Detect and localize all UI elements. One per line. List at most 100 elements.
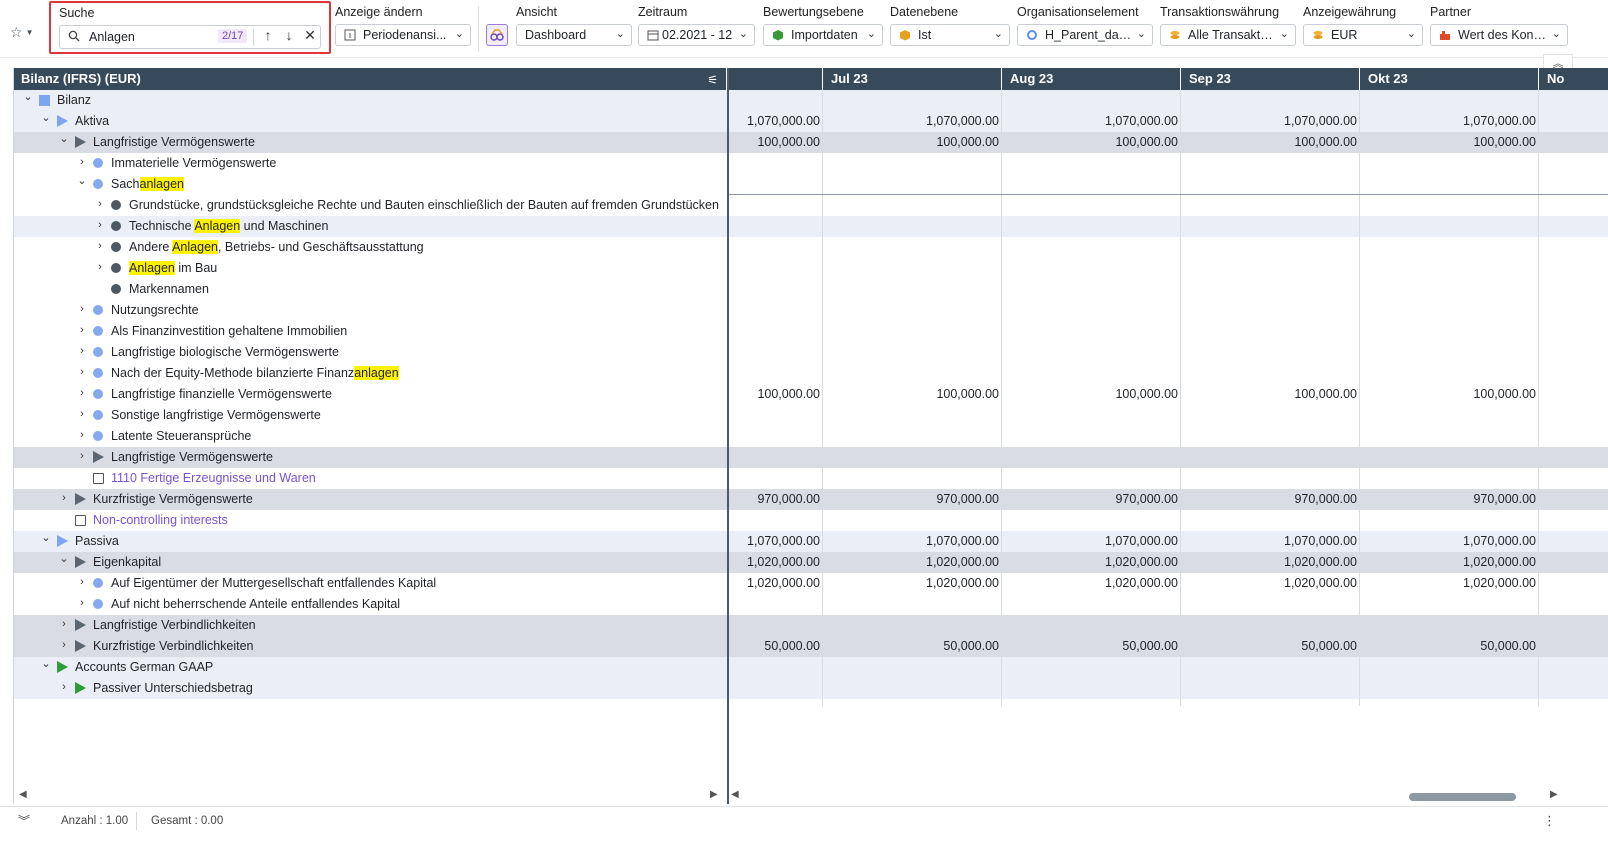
table-row[interactable]: 1110 Fertige Erzeugnisse und Waren xyxy=(14,468,1608,489)
chevron-down-icon[interactable]: ⌄ xyxy=(59,132,69,145)
table-row[interactable]: Non-controlling interests xyxy=(14,510,1608,531)
scroll-right-icon[interactable]: ▶ xyxy=(710,789,718,800)
table-row[interactable]: › Technische Anlagen und Maschinen xyxy=(14,216,1608,237)
table-row[interactable]: › Sonstige langfristige Vermögenswerte xyxy=(14,405,1608,426)
favorite-star-icon[interactable]: ☆ ▼ xyxy=(10,24,33,41)
table-row[interactable]: ⌄ Passiva 1,070,000.00 1,070,000.00 1,070,00… xyxy=(14,531,1608,552)
search-input[interactable]: Anlagen 2/17 ↑ ↓ ✕ xyxy=(59,25,321,49)
value-cell[interactable]: 50,000.00 xyxy=(943,639,999,653)
chevron-right-icon[interactable]: › xyxy=(77,303,87,315)
ansicht-dropdown[interactable]: Dashboard ⌄ xyxy=(516,24,632,46)
scroll-left-icon[interactable]: ◀ xyxy=(731,789,739,800)
chevron-right-icon[interactable]: › xyxy=(95,198,105,210)
chevron-right-icon[interactable]: › xyxy=(77,345,87,357)
value-cell[interactable]: 100,000.00 xyxy=(936,135,999,149)
table-row[interactable]: ⌄ Eigenkapital 1,020,000.00 1,020,000.00 1,0… xyxy=(14,552,1608,573)
chevron-right-icon[interactable]: › xyxy=(77,408,87,420)
chevron-right-icon[interactable]: › xyxy=(77,576,87,588)
value-cell[interactable]: 970,000.00 xyxy=(1473,492,1536,506)
table-row[interactable]: › Kurzfristige Verbindlichkeiten 50,000.00… xyxy=(14,636,1608,657)
chevron-right-icon[interactable]: › xyxy=(59,681,69,693)
chevron-right-icon[interactable]: › xyxy=(95,261,105,273)
value-cell[interactable]: 970,000.00 xyxy=(936,492,999,506)
table-row[interactable]: › Latente Steueransprüche xyxy=(14,426,1608,447)
value-cell[interactable]: 1,070,000.00 xyxy=(1105,114,1178,128)
chevron-down-icon[interactable]: ⌄ xyxy=(23,90,33,103)
value-cell[interactable]: 1,070,000.00 xyxy=(1284,534,1357,548)
table-row[interactable]: › Auf Eigentümer der Muttergesellschaft e… xyxy=(14,573,1608,594)
anzeige-dropdown[interactable]: Periodenansi... ⌄ xyxy=(335,24,471,46)
chevron-right-icon[interactable]: › xyxy=(59,639,69,651)
search-value[interactable]: Anlagen xyxy=(89,30,135,44)
horizontal-scrollbar[interactable]: ◀ ▶ ◀ ▶ xyxy=(13,788,1608,804)
value-cell[interactable]: 970,000.00 xyxy=(1115,492,1178,506)
expand-down-icon[interactable]: ︾ xyxy=(18,812,30,829)
table-row[interactable]: › Langfristige finanzielle Vermögenswerte… xyxy=(14,384,1608,405)
chevron-right-icon[interactable]: › xyxy=(59,492,69,504)
table-row[interactable]: › Langfristige Verbindlichkeiten xyxy=(14,615,1608,636)
settings-sliders-icon[interactable]: ⚟ xyxy=(707,73,718,87)
value-cell[interactable]: 1,070,000.00 xyxy=(747,114,820,128)
table-row[interactable]: › Andere Anlagen, Betriebs- und Geschäfts… xyxy=(14,237,1608,258)
table-row[interactable]: › Auf nicht beherrschende Anteile entfall… xyxy=(14,594,1608,615)
chevron-right-icon[interactable]: › xyxy=(77,366,87,378)
value-cell[interactable]: 1,070,000.00 xyxy=(926,534,999,548)
column-header[interactable]: Jul 23 xyxy=(823,68,1002,90)
value-cell[interactable]: 1,070,000.00 xyxy=(1105,534,1178,548)
value-cell[interactable]: 100,000.00 xyxy=(1473,135,1536,149)
value-cell[interactable]: 1,020,000.00 xyxy=(747,576,820,590)
value-cell[interactable]: 50,000.00 xyxy=(1480,639,1536,653)
column-header[interactable]: Sep 23 xyxy=(1181,68,1360,90)
value-cell[interactable]: 100,000.00 xyxy=(757,135,820,149)
chevron-down-icon[interactable]: ⌄ xyxy=(59,552,69,565)
table-row[interactable]: › Als Finanzinvestition gehaltene Immobil… xyxy=(14,321,1608,342)
value-cell[interactable]: 1,070,000.00 xyxy=(1463,534,1536,548)
chevron-right-icon[interactable]: › xyxy=(77,597,87,609)
arrow-up-icon[interactable]: ↑ xyxy=(259,27,277,43)
value-cell[interactable]: 1,070,000.00 xyxy=(926,114,999,128)
table-row[interactable]: › Passiver Unterschiedsbetrag xyxy=(14,678,1608,699)
scrollbar-thumb[interactable] xyxy=(1409,793,1516,801)
column-header[interactable]: Okt 23 xyxy=(1360,68,1539,90)
table-row[interactable]: ⌄ Langfristige Vermögenswerte 100,000.00 10… xyxy=(14,132,1608,153)
row-label[interactable]: 1110 Fertige Erzeugnisse und Waren xyxy=(111,471,316,485)
table-row[interactable]: › Anlagen im Bau xyxy=(14,258,1608,279)
more-options-icon[interactable]: ⋮ xyxy=(1543,813,1556,829)
chevron-right-icon[interactable]: › xyxy=(77,429,87,441)
value-cell[interactable]: 970,000.00 xyxy=(757,492,820,506)
chevron-down-icon[interactable]: ⌄ xyxy=(41,657,51,670)
chevron-right-icon[interactable]: › xyxy=(59,618,69,630)
value-cell[interactable]: 1,020,000.00 xyxy=(1284,576,1357,590)
chevron-down-icon[interactable]: ⌄ xyxy=(41,111,51,124)
chevron-down-icon[interactable]: ▼ xyxy=(26,28,34,37)
value-cell[interactable]: 100,000.00 xyxy=(1115,387,1178,401)
chevron-right-icon[interactable]: › xyxy=(77,324,87,336)
chevron-down-icon[interactable]: ⌄ xyxy=(41,531,51,544)
table-row[interactable]: › Langfristige biologische Vermögenswerte xyxy=(14,342,1608,363)
table-row[interactable]: › Langfristige Vermögenswerte xyxy=(14,447,1608,468)
chevron-right-icon[interactable]: › xyxy=(95,219,105,231)
chevron-down-icon[interactable]: ⌄ xyxy=(77,174,87,187)
anzw-dropdown[interactable]: EUR ⌄ xyxy=(1303,24,1423,46)
table-row[interactable]: › Kurzfristige Vermögenswerte 970,000.00 97… xyxy=(14,489,1608,510)
value-cell[interactable]: 1,020,000.00 xyxy=(1105,555,1178,569)
value-cell[interactable]: 1,020,000.00 xyxy=(1463,576,1536,590)
partner-dropdown[interactable]: Wert des Kontos ⌄ xyxy=(1430,24,1568,46)
chevron-right-icon[interactable]: › xyxy=(77,387,87,399)
table-row[interactable]: › Nach der Equity-Methode bilanzierte Fin… xyxy=(14,363,1608,384)
value-cell[interactable]: 50,000.00 xyxy=(764,639,820,653)
close-icon[interactable]: ✕ xyxy=(301,27,319,44)
table-row[interactable]: ⌄ Bilanz xyxy=(14,90,1608,111)
table-row[interactable]: ⌄ Accounts German GAAP xyxy=(14,657,1608,678)
value-cell[interactable]: 1,070,000.00 xyxy=(1463,114,1536,128)
value-cell[interactable]: 100,000.00 xyxy=(936,387,999,401)
value-cell[interactable]: 1,020,000.00 xyxy=(1284,555,1357,569)
column-header[interactable]: No xyxy=(1539,68,1608,90)
value-cell[interactable]: 1,020,000.00 xyxy=(747,555,820,569)
value-cell[interactable]: 50,000.00 xyxy=(1122,639,1178,653)
trans-dropdown[interactable]: Alle Transaktio... ⌄ xyxy=(1160,24,1296,46)
chevron-right-icon[interactable]: › xyxy=(77,450,87,462)
scroll-right-icon[interactable]: ▶ xyxy=(1550,789,1558,800)
value-cell[interactable]: 1,070,000.00 xyxy=(747,534,820,548)
table-row[interactable]: › Nutzungsrechte xyxy=(14,300,1608,321)
